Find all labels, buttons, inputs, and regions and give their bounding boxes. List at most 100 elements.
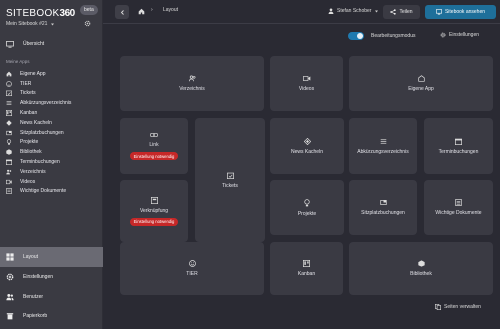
tile-videos[interactable]: Videos [270, 56, 343, 111]
gear-icon [6, 273, 14, 281]
tile-label: Sitzplatzbuchungen [361, 210, 405, 216]
tile-verknuepfung[interactable]: Verknüpfung Einstellung notwendig [120, 180, 188, 242]
sidebar-item-news-kacheln[interactable]: News Kacheln [0, 118, 103, 128]
video-icon [6, 179, 12, 184]
calendar-check-icon [226, 172, 234, 179]
sidebar-item-sitzplatzbuchungen[interactable]: Sitzplatzbuchungen [0, 128, 103, 138]
tile-abkuerzungsverzeichnis[interactable]: Abkürzungsverzeichnis [349, 118, 417, 174]
tile-tier[interactable]: TIER [120, 242, 264, 295]
sidebar-item-bibliothek[interactable]: Bibliothek [0, 147, 103, 157]
calendar-icon [455, 138, 462, 145]
tile-label: Link [149, 142, 159, 148]
list-icon [6, 101, 12, 106]
tile-eigene-app[interactable]: Eigene App [349, 56, 493, 111]
logo-text: SITEBOOK [6, 7, 60, 19]
smile-icon [188, 260, 196, 267]
tile-bibliothek[interactable]: Bibliothek [349, 242, 493, 295]
tile-news-kacheln[interactable]: News Kacheln [270, 118, 344, 174]
list-icon [380, 138, 386, 144]
sidebar-item-label: Kanban [20, 110, 38, 117]
library-icon [417, 260, 425, 267]
tile-terminbuchungen[interactable]: Terminbuchungen [424, 118, 493, 174]
tile-label: Verknüpfung [139, 207, 169, 214]
tile-sitzplatzbuchungen[interactable]: Sitzplatzbuchungen [349, 180, 417, 235]
sidebar-item-kanban[interactable]: Kanban [0, 108, 103, 118]
sidebar-item-users[interactable]: Benutzer [0, 287, 103, 307]
pages-icon [435, 304, 441, 310]
sidebar-item-label: TIER [20, 80, 32, 87]
sidebar-item-layout[interactable]: Layout [0, 247, 103, 267]
tile-link[interactable]: Link Einstellung notwendig [120, 118, 188, 174]
user-icon [328, 8, 334, 14]
sidebar-item-label: Einstellungen [23, 274, 54, 280]
sidebar-item-tier[interactable]: TIER [0, 79, 103, 89]
sidebar-item-label: Übersicht [23, 41, 45, 47]
app-icon [417, 75, 425, 82]
edit-mode-toggle[interactable] [348, 32, 364, 40]
trash-icon [6, 313, 14, 320]
tile-verzeichnis[interactable]: Verzeichnis [120, 56, 264, 111]
tile-label: Verzeichnis [179, 86, 205, 92]
sidebar-item-eigene-app[interactable]: Eigene App [0, 69, 103, 79]
sidebar-item-trash[interactable]: Papierkorb [0, 306, 103, 326]
manage-pages-button[interactable]: Seiten verwalten [435, 304, 481, 310]
bulb-icon [304, 198, 310, 206]
sidebar-item-label: Layout [23, 254, 39, 260]
calendar-check-icon [6, 91, 12, 97]
bulb-icon [6, 139, 12, 146]
tile-kanban[interactable]: Kanban [270, 242, 343, 295]
tile-label: Projekte [297, 210, 317, 217]
sitebook-selector[interactable]: Mein Sitebook #21 [6, 21, 55, 27]
users-icon [188, 75, 195, 82]
sidebar-item-projekte[interactable]: Projekte [0, 138, 103, 148]
home-icon [6, 71, 12, 77]
sidebar-item-overview[interactable]: Übersicht [0, 36, 103, 52]
logo[interactable]: SITEBOOK 360 [6, 6, 75, 20]
smile-icon [6, 80, 12, 87]
settings-label: Einstellungen [449, 32, 480, 38]
tile-label: Videos [298, 86, 315, 92]
sidebar-item-verzeichnis[interactable]: Verzeichnis [0, 167, 103, 177]
settings-required-badge: Einstellung notwendig [129, 217, 179, 226]
sidebar-item-abkürzungsverzeichnis[interactable]: Abkürzungsverzeichnis [0, 98, 103, 108]
tile-tickets[interactable]: Tickets [195, 118, 265, 242]
view-sitebook-label: Sitebook ansehen [444, 9, 486, 15]
link-icon [150, 133, 158, 137]
seat-icon [379, 200, 387, 205]
sidebar-item-settings[interactable]: Einstellungen [0, 267, 103, 287]
user-menu[interactable]: Stefan Schober [328, 8, 379, 14]
share-button[interactable]: Teilen [383, 5, 420, 19]
users-icon [6, 293, 14, 301]
sidebar-item-tickets[interactable]: Tickets [0, 89, 103, 99]
tile-label: Eigene App [408, 86, 434, 92]
sidebar-item-terminbuchungen[interactable]: Terminbuchungen [0, 157, 103, 167]
sitebook-name: Mein Sitebook #21 [6, 21, 48, 27]
sidebar-item-label: Benutzer [23, 294, 44, 300]
chevron-down-icon [375, 10, 379, 12]
sidebar-item-label: Terminbuchungen [20, 159, 60, 166]
topbar: › Layout Stefan Schober Teilen Sitebook … [103, 0, 500, 24]
user-name: Stefan Schober [337, 8, 372, 14]
sidebar-item-label: Videos [20, 178, 36, 185]
diamond-icon [303, 137, 311, 145]
kanban-icon [6, 110, 12, 117]
tile-label: TIER [186, 271, 198, 277]
tile-projekte[interactable]: Projekte [270, 180, 344, 235]
logo-number: 360 [59, 7, 76, 19]
sidebar-item-wichtige-dokumente[interactable]: Wichtige Dokumente [0, 187, 103, 197]
back-button[interactable] [115, 5, 129, 19]
tile-label: Kanban [297, 271, 316, 277]
gear-icon[interactable] [84, 20, 91, 27]
tile-label: News Kacheln [291, 148, 323, 155]
sidebar-item-label: Bibliothek [20, 149, 42, 156]
layout-settings-button[interactable]: Einstellungen [440, 32, 479, 38]
users-icon [6, 169, 12, 175]
view-sitebook-button[interactable]: Sitebook ansehen [425, 5, 496, 19]
sidebar-item-videos[interactable]: Videos [0, 177, 103, 187]
shortcut-icon [150, 196, 158, 204]
monitor-icon [435, 9, 442, 15]
home-icon[interactable] [138, 8, 145, 15]
document-icon [455, 199, 462, 206]
monitor-icon [6, 40, 14, 48]
tile-wichtige-dokumente[interactable]: Wichtige Dokumente [424, 180, 493, 235]
